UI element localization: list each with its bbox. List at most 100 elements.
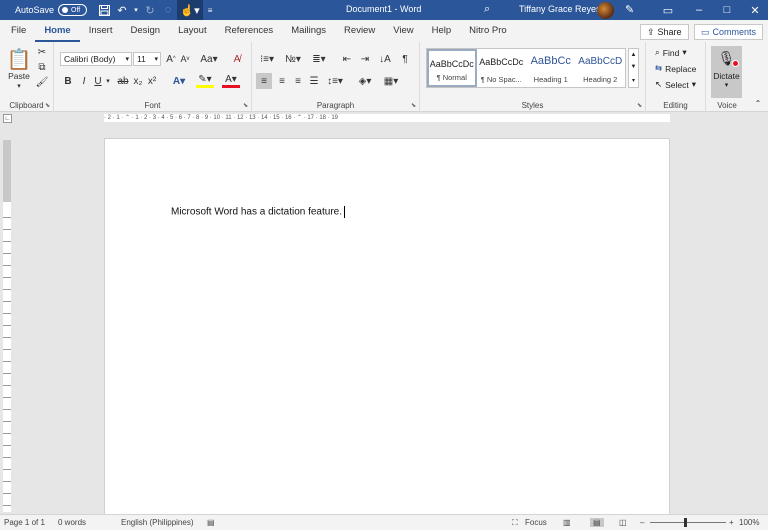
sort-icon[interactable]: ↓A: [378, 52, 392, 66]
focus-button[interactable]: Focus: [525, 518, 547, 527]
replace-button[interactable]: ⇆ Replace: [655, 63, 696, 74]
pilcrow-icon[interactable]: ¶: [398, 52, 412, 66]
ribbon-display-icon[interactable]: ▭: [653, 0, 683, 20]
cut-icon[interactable]: ✂: [36, 46, 48, 58]
format-painter-icon[interactable]: 🖌: [36, 76, 49, 88]
save-icon[interactable]: [95, 0, 113, 20]
close-icon[interactable]: ✕: [740, 0, 768, 20]
comments-button[interactable]: ▭ Comments: [694, 24, 764, 40]
tab-selector-icon[interactable]: ∟: [3, 114, 12, 123]
tab-layout[interactable]: Layout: [169, 20, 216, 42]
font-name-dropdown[interactable]: Calibri (Body) ▾: [60, 52, 132, 66]
tab-nitro-pro[interactable]: Nitro Pro: [460, 20, 515, 42]
tab-view[interactable]: View: [384, 20, 422, 42]
more-icon[interactable]: ▾: [632, 77, 635, 84]
horizontal-ruler[interactable]: · 2 · 1 · ⌃ · 1 · 2 · 3 · 4 · 5 · 6 · 7 …: [104, 114, 670, 122]
zoom-slider-thumb[interactable]: [684, 518, 687, 527]
find-button[interactable]: ⌕ Find ▾: [655, 47, 687, 58]
tab-file[interactable]: File: [0, 20, 35, 42]
chevron-down-icon[interactable]: ▾: [725, 81, 729, 89]
underline-dropdown-icon[interactable]: ▾: [104, 74, 112, 88]
text-effects-icon[interactable]: A▾: [170, 74, 188, 88]
bullets-icon[interactable]: ⁝≡▾: [258, 52, 276, 66]
paragraph-launcher-icon[interactable]: ⬊: [411, 102, 416, 109]
language[interactable]: English (Philippines): [121, 518, 193, 527]
change-case-button[interactable]: Aa ▾: [198, 52, 220, 66]
undo-icon[interactable]: ↶: [113, 0, 131, 20]
shading-icon[interactable]: ◈▾: [356, 73, 374, 89]
underline-button[interactable]: U: [92, 74, 104, 88]
styles-launcher-icon[interactable]: ⬊: [637, 102, 642, 109]
multilevel-list-icon[interactable]: ≣▾: [310, 52, 328, 66]
pen-icon[interactable]: ✎: [625, 3, 634, 16]
avatar[interactable]: [597, 2, 614, 19]
numbering-icon[interactable]: №▾: [284, 52, 302, 66]
font-size-dropdown[interactable]: 11 ▾: [133, 52, 161, 66]
document-body[interactable]: Microsoft Word has a dictation feature.: [171, 206, 346, 218]
share-button[interactable]: ⇪ Share: [640, 24, 689, 40]
increase-indent-icon[interactable]: ⇥: [358, 52, 372, 66]
style-no-spacing[interactable]: AaBbCcDc ¶ No Spac...: [477, 49, 526, 87]
tab-help[interactable]: Help: [423, 20, 461, 42]
touch-mode-icon[interactable]: ☝▾: [177, 0, 204, 20]
style-normal[interactable]: AaBbCcDc ¶ Normal: [427, 49, 477, 87]
shrink-font-icon[interactable]: Av: [178, 52, 192, 66]
styles-scroll[interactable]: ▲ ▼ ▾: [628, 48, 639, 88]
style-heading-2[interactable]: AaBbCcD Heading 2: [576, 49, 625, 87]
style-heading-1[interactable]: AaBbCc Heading 1: [526, 49, 575, 87]
italic-button[interactable]: I: [78, 74, 90, 88]
justify-icon[interactable]: ☰: [306, 73, 322, 89]
customize-toolbar-icon[interactable]: ≡: [203, 0, 217, 20]
word-count[interactable]: 0 words: [58, 518, 86, 527]
dictate-button[interactable]: 🎙 Dictate ▾: [711, 46, 742, 98]
maximize-icon[interactable]: □: [712, 0, 742, 20]
paste-icon[interactable]: 📋: [6, 46, 32, 72]
font-color-icon[interactable]: A▾: [222, 74, 240, 88]
accessibility-icon[interactable]: ▤: [207, 518, 215, 527]
select-button[interactable]: ↖ Select ▾: [655, 79, 696, 90]
tab-review[interactable]: Review: [335, 20, 384, 42]
tab-home[interactable]: Home: [35, 20, 80, 42]
superscript-icon[interactable]: x²: [146, 74, 158, 88]
tab-mailings[interactable]: Mailings: [282, 20, 335, 42]
decrease-indent-icon[interactable]: ⇤: [340, 52, 354, 66]
vertical-ruler[interactable]: [3, 140, 11, 512]
print-layout-icon[interactable]: ▤: [590, 518, 604, 527]
subscript-icon[interactable]: x₂: [132, 74, 144, 88]
tab-insert[interactable]: Insert: [80, 20, 122, 42]
strikethrough-icon[interactable]: ab: [116, 74, 130, 88]
circle-icon[interactable]: ◌: [159, 0, 177, 20]
redo-icon[interactable]: ↻: [141, 0, 159, 20]
grow-font-icon[interactable]: A ^: [164, 52, 178, 66]
line-spacing-icon[interactable]: ↕≡▾: [326, 73, 344, 89]
zoom-level[interactable]: 100%: [739, 518, 759, 527]
search-icon[interactable]: ⌕: [484, 3, 490, 16]
document-page[interactable]: Microsoft Word has a dictation feature.: [104, 138, 670, 518]
minimize-icon[interactable]: –: [684, 0, 714, 20]
paste-button[interactable]: Paste: [4, 70, 34, 82]
paste-dropdown-icon[interactable]: ▾: [14, 82, 24, 90]
borders-icon[interactable]: ▦▾: [382, 73, 400, 89]
read-mode-icon[interactable]: ▥: [563, 518, 571, 527]
web-layout-icon[interactable]: ◫: [619, 518, 627, 527]
clipboard-launcher-icon[interactable]: ⬊: [45, 102, 50, 109]
zoom-slider[interactable]: [650, 518, 726, 527]
align-center-icon[interactable]: ≡: [274, 73, 290, 89]
chevron-down-icon[interactable]: ▼: [631, 64, 637, 70]
clear-formatting-icon[interactable]: A̸: [230, 52, 244, 66]
zoom-out-icon[interactable]: –: [640, 518, 644, 527]
tab-design[interactable]: Design: [121, 20, 169, 42]
user-name[interactable]: Tiffany Grace Reyes: [519, 4, 601, 14]
zoom-in-icon[interactable]: +: [729, 518, 734, 527]
highlight-icon[interactable]: ✎▾: [196, 74, 214, 88]
copy-icon[interactable]: ⧉: [36, 61, 48, 73]
focus-icon[interactable]: ⛶: [512, 518, 518, 528]
autosave-toggle[interactable]: Off: [58, 4, 88, 16]
undo-dropdown-icon[interactable]: ▾: [131, 0, 141, 20]
chevron-up-icon[interactable]: ▲: [631, 52, 637, 58]
align-left-icon[interactable]: ≡: [256, 73, 272, 89]
tab-references[interactable]: References: [216, 20, 283, 42]
font-launcher-icon[interactable]: ⬊: [243, 102, 248, 109]
bold-button[interactable]: B: [62, 74, 74, 88]
collapse-ribbon-icon[interactable]: ⌃: [752, 98, 764, 108]
